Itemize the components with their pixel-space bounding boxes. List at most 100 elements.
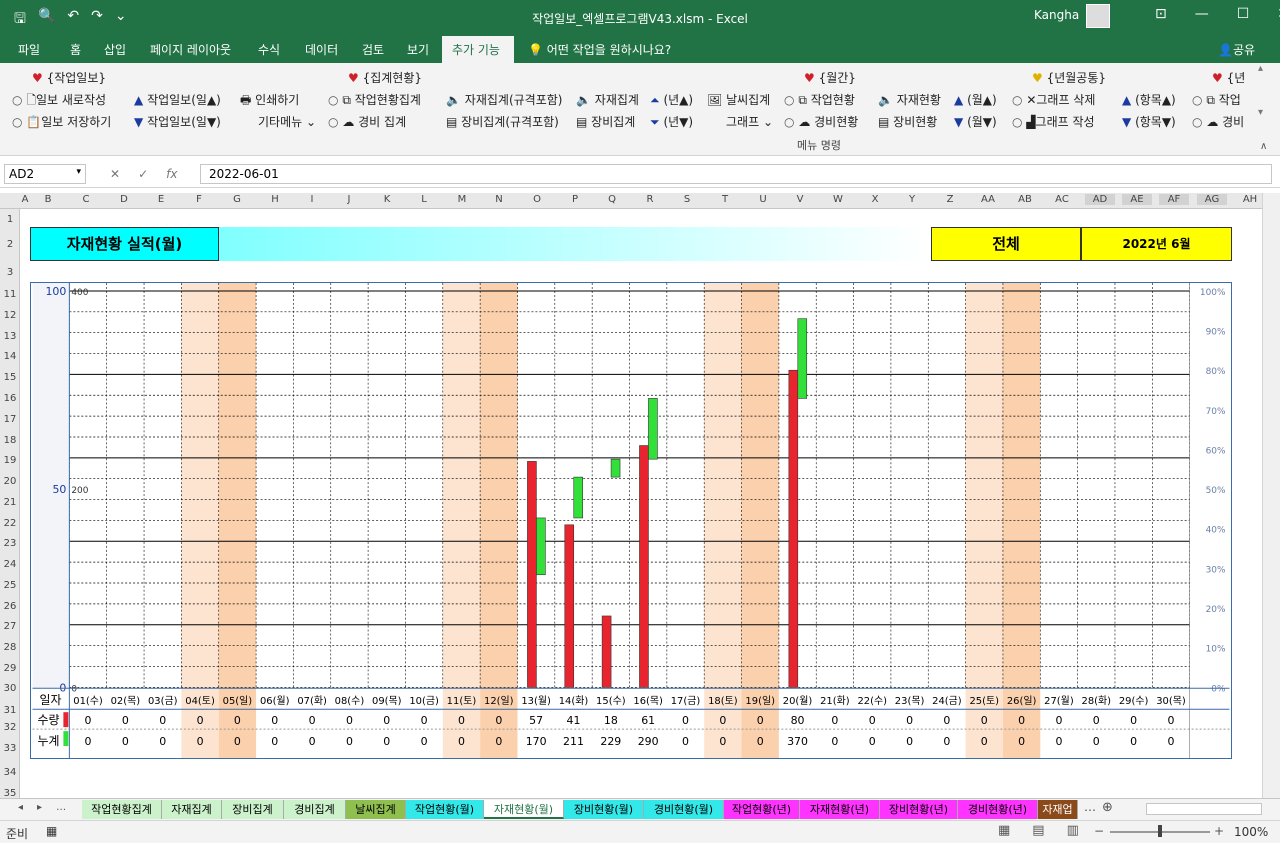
menu-tab-7[interactable]: 보기 bbox=[407, 41, 429, 58]
row-header[interactable]: 34 bbox=[0, 767, 20, 778]
menu-tab-2[interactable]: 삽입 bbox=[104, 41, 126, 58]
create-graph-button[interactable]: ○ ▟그래프 작성 bbox=[1012, 113, 1095, 130]
month-label[interactable]: 2022년 6월 bbox=[1081, 227, 1232, 261]
macro-record-icon[interactable]: ▦ bbox=[46, 824, 57, 838]
ribbon-display-icon[interactable]: ⊡ bbox=[1155, 6, 1167, 22]
row-header[interactable]: 32 bbox=[0, 722, 20, 733]
column-header[interactable]: Z bbox=[935, 194, 965, 205]
equipment-status-button[interactable]: ▤ 장비현황 bbox=[878, 113, 937, 130]
column-header[interactable]: F bbox=[184, 194, 214, 205]
column-header[interactable]: S bbox=[672, 194, 702, 205]
row-header[interactable]: 13 bbox=[0, 331, 20, 342]
column-header[interactable]: N bbox=[484, 194, 514, 205]
work-status-button[interactable]: ○ ⧉ 작업현황 bbox=[784, 91, 855, 108]
column-header[interactable]: I bbox=[297, 194, 327, 205]
column-header[interactable]: AD bbox=[1085, 194, 1115, 205]
column-header[interactable]: V bbox=[785, 194, 815, 205]
sheet-tab[interactable]: 경비현황(월) bbox=[644, 800, 724, 819]
month-down-button[interactable]: ▼ (월▼) bbox=[954, 113, 997, 130]
row-header[interactable]: 16 bbox=[0, 393, 20, 404]
new-daily-button[interactable]: ○ 🗋일보 새로작성 bbox=[12, 91, 106, 112]
menu-tab-4[interactable]: 수식 bbox=[258, 41, 280, 58]
year-down-button[interactable]: ⏷ (년▼) bbox=[650, 113, 693, 130]
column-header[interactable]: E bbox=[146, 194, 176, 205]
expense-status-button[interactable]: ○ ☁ 경비현황 bbox=[784, 113, 858, 130]
sheet-tab[interactable]: 작업현황집계 bbox=[82, 800, 162, 819]
row-header[interactable]: 1 bbox=[0, 214, 20, 225]
column-header[interactable]: AB bbox=[1010, 194, 1040, 205]
column-header[interactable]: L bbox=[409, 194, 439, 205]
expense-summary-button[interactable]: ○ ☁ 경비 집계 bbox=[328, 113, 406, 130]
daily-up-button[interactable]: ▲ 작업일보(일▲) bbox=[134, 91, 221, 108]
item-down-button[interactable]: ▼ (항목▼) bbox=[1122, 113, 1176, 130]
sheet-tab[interactable]: 작업현황(년) bbox=[724, 800, 800, 819]
row-header[interactable]: 30 bbox=[0, 683, 20, 694]
sheet-tab[interactable]: 자재업 bbox=[1038, 800, 1078, 819]
row-header[interactable]: 2 bbox=[0, 239, 20, 250]
column-header[interactable]: AH bbox=[1235, 194, 1265, 205]
menu-tab-5[interactable]: 데이터 bbox=[305, 41, 338, 58]
year-up-button[interactable]: ⏶ (년▲) bbox=[650, 91, 693, 108]
maximize-icon[interactable]: ☐ bbox=[1237, 6, 1250, 22]
equipment-spec-summary-button[interactable]: ▤ 장비집계(규격포함) bbox=[446, 113, 559, 130]
column-header[interactable]: G bbox=[222, 194, 252, 205]
item-up-button[interactable]: ▲ (항목▲) bbox=[1122, 91, 1176, 108]
row-header[interactable]: 33 bbox=[0, 743, 20, 754]
column-header[interactable]: K bbox=[372, 194, 402, 205]
column-header[interactable]: M bbox=[447, 194, 477, 205]
enter-icon[interactable]: ✓ bbox=[138, 167, 148, 181]
row-header[interactable]: 25 bbox=[0, 580, 20, 591]
row-header[interactable]: 22 bbox=[0, 518, 20, 529]
name-box[interactable]: AD2 ▾ bbox=[4, 164, 86, 184]
sheet-tab[interactable]: 작업현황(월) bbox=[406, 800, 484, 819]
minimize-icon[interactable]: — bbox=[1195, 6, 1209, 22]
column-header[interactable]: X bbox=[860, 194, 890, 205]
other-menu-button[interactable]: 기타메뉴 ⌄ bbox=[258, 113, 316, 130]
menu-tab-6[interactable]: 검토 bbox=[362, 41, 384, 58]
row-header[interactable]: 18 bbox=[0, 435, 20, 446]
sheet-tab[interactable]: 장비현황(년) bbox=[880, 800, 958, 819]
column-header[interactable]: R bbox=[635, 194, 665, 205]
save-icon[interactable]: 🖫 bbox=[14, 8, 26, 32]
row-header[interactable]: 28 bbox=[0, 642, 20, 653]
customize-qat-icon[interactable]: ⌄ bbox=[115, 8, 127, 32]
column-header[interactable]: H bbox=[260, 194, 290, 205]
ribbon-scroll-icon[interactable]: ▴ ▾ bbox=[1258, 63, 1268, 149]
zoom-handle[interactable] bbox=[1158, 825, 1162, 837]
zoom-out-icon[interactable]: − bbox=[1094, 824, 1104, 838]
delete-graph-button[interactable]: ○ ✕그래프 삭제 bbox=[1012, 91, 1095, 108]
month-up-button[interactable]: ▲ (월▲) bbox=[954, 91, 997, 108]
undo-icon[interactable]: ↶ bbox=[67, 8, 79, 32]
add-sheet-icon[interactable]: ⊕ bbox=[1102, 800, 1113, 815]
avatar[interactable] bbox=[1086, 4, 1110, 28]
row-header[interactable]: 31 bbox=[0, 705, 20, 716]
user-name[interactable]: Kangha bbox=[1034, 8, 1079, 22]
year-work-button[interactable]: ○ ⧉ 작업 bbox=[1192, 91, 1248, 108]
column-header[interactable]: Q bbox=[597, 194, 627, 205]
function-icon[interactable]: fx bbox=[166, 167, 177, 181]
row-header[interactable]: 29 bbox=[0, 663, 20, 674]
row-header[interactable]: 12 bbox=[0, 310, 20, 321]
sheet-tab[interactable]: 날씨집계 bbox=[346, 800, 406, 819]
row-header[interactable]: 11 bbox=[0, 289, 20, 300]
share-button[interactable]: 👤공유 bbox=[1218, 41, 1255, 58]
sheet-tab[interactable]: 자재현황(월) bbox=[484, 800, 564, 819]
page-layout-icon[interactable]: ▤ bbox=[1032, 823, 1044, 838]
cancel-icon[interactable]: ✕ bbox=[110, 167, 120, 181]
column-header[interactable]: U bbox=[748, 194, 778, 205]
row-header[interactable]: 24 bbox=[0, 559, 20, 570]
column-header[interactable]: Y bbox=[897, 194, 927, 205]
menu-tab-8[interactable]: 추가 기능 bbox=[452, 41, 500, 58]
column-header[interactable]: C bbox=[71, 194, 101, 205]
column-header[interactable]: O bbox=[522, 194, 552, 205]
column-header[interactable]: J bbox=[334, 194, 364, 205]
column-header[interactable]: AA bbox=[973, 194, 1003, 205]
graph-menu-button[interactable]: 그래프 ⌄ bbox=[726, 113, 773, 130]
menu-tab-0[interactable]: 파일 bbox=[18, 41, 40, 58]
page-break-icon[interactable]: ▥ bbox=[1067, 823, 1079, 838]
row-header[interactable]: 15 bbox=[0, 372, 20, 383]
sheet-tab[interactable]: 자재집계 bbox=[162, 800, 222, 819]
sheet-tab[interactable]: 장비현황(월) bbox=[564, 800, 644, 819]
tab-next-icon[interactable]: ▸ bbox=[37, 802, 42, 813]
equipment-summary-button[interactable]: ▤ 장비집계 bbox=[576, 113, 635, 130]
